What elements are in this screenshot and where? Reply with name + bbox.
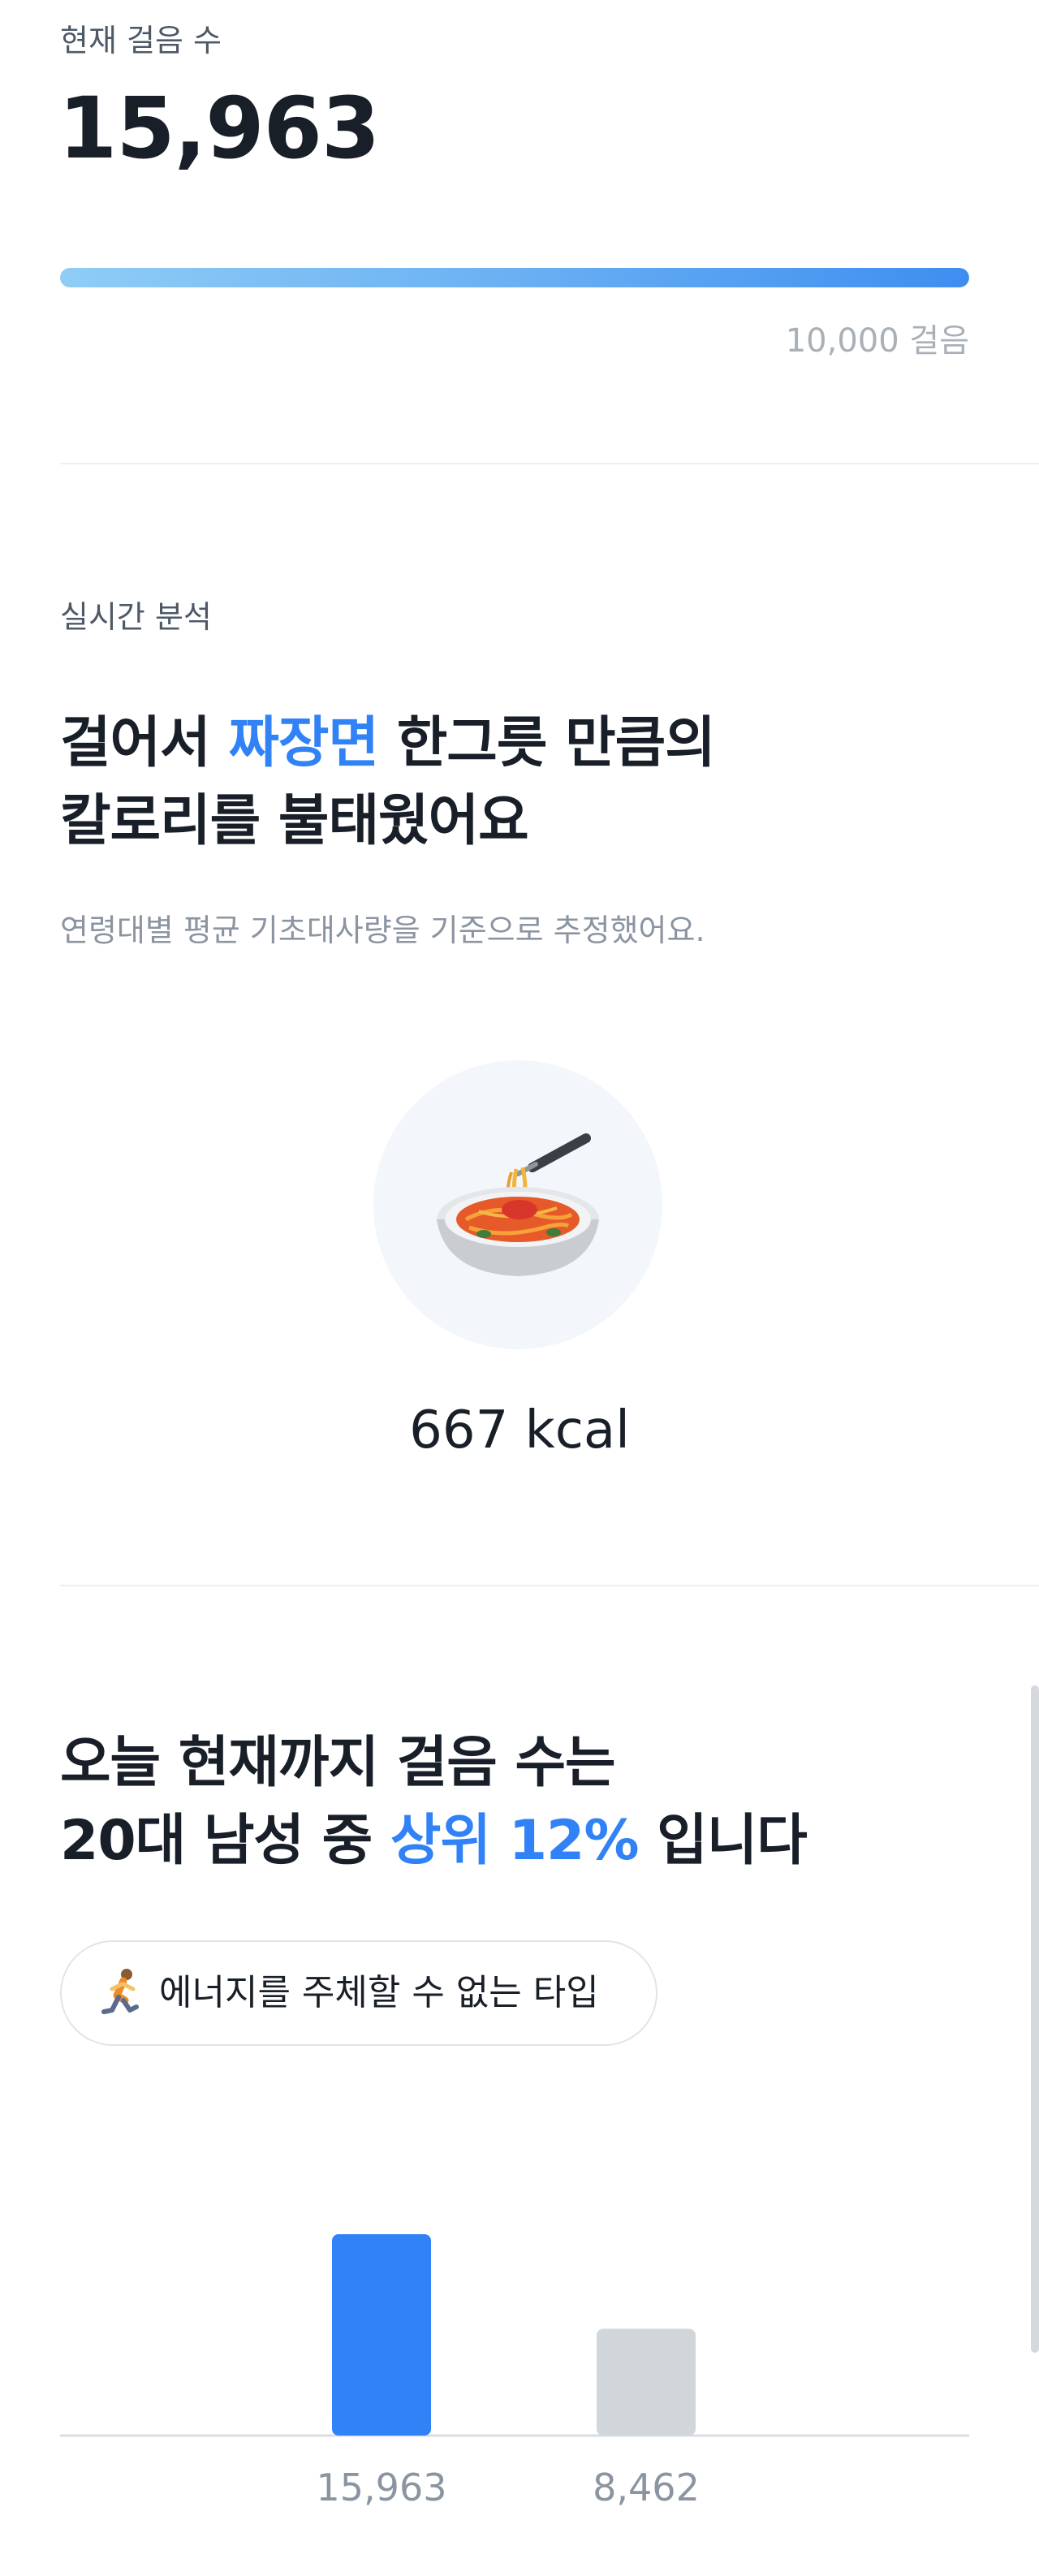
headline-accent-rank: 상위 12%: [390, 1809, 640, 1873]
scrollbar[interactable]: [1031, 1685, 1039, 2353]
walker-type-label: 에너지를 주체할 수 없는 타입: [159, 1972, 599, 2013]
steps-count: 15,963: [58, 79, 380, 178]
divider: [60, 463, 1039, 464]
headline-text: 20대 남성 중: [60, 1809, 390, 1873]
ranking-headline-line2: 20대 남성 중 상위 12% 입니다: [60, 1802, 808, 1880]
calorie-headline-line1: 걸어서 짜장면 한그릇 만큼의: [60, 705, 716, 783]
chart-bar-label: 15,963: [317, 2466, 447, 2509]
section-eyebrow: 실시간 분석: [60, 599, 212, 635]
chart-bar: [597, 2328, 696, 2436]
walker-type-chip[interactable]: 에너지를 주체할 수 없는 타입: [60, 1940, 657, 2046]
steps-goal: 10,000 걸음: [785, 322, 969, 360]
chart-bar-label: 8,462: [593, 2466, 700, 2509]
steps-progress-fill: [60, 268, 969, 287]
headline-text: 걸어서: [60, 711, 229, 775]
headline-text: 입니다: [638, 1809, 808, 1873]
steps-progress-bar: [60, 268, 969, 287]
headline-text: 한그릇 만큼의: [378, 711, 716, 775]
calorie-headline: 걸어서 짜장면 한그릇 만큼의 칼로리를 불태웠어요: [60, 705, 716, 861]
headline-accent-food: 짜장면: [228, 711, 379, 775]
ranking-headline: 오늘 현재까지 걸음 수는 20대 남성 중 상위 12% 입니다: [60, 1724, 808, 1880]
estimate-note: 연령대별 평균 기초대사량을 기준으로 추정했어요.: [60, 913, 705, 948]
running-person-icon: [101, 1969, 139, 2014]
spaghetti-bowl-icon: [437, 1133, 599, 1276]
ranking-headline-line1: 오늘 현재까지 걸음 수는: [60, 1731, 616, 1795]
chart-bar: [332, 2234, 431, 2436]
food-illustration: [373, 1060, 662, 1349]
divider: [60, 1585, 1039, 1586]
calorie-value: 667 kcal: [409, 1400, 630, 1461]
calorie-headline-line2: 칼로리를 불태웠어요: [60, 789, 529, 853]
steps-label: 현재 걸음 수: [60, 23, 222, 58]
steps-comparison-chart: 15,963 8,462: [60, 2234, 969, 2509]
